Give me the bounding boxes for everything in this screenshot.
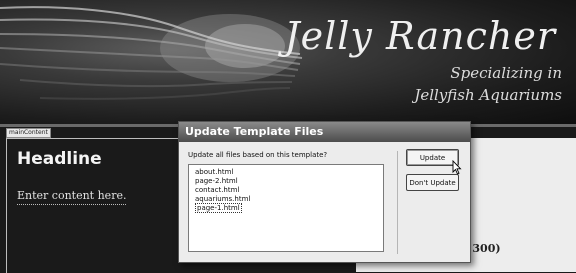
dont-update-button[interactable]: Don't Update bbox=[406, 174, 459, 191]
file-list-item[interactable]: page-2.html bbox=[189, 177, 383, 186]
file-list-item[interactable]: about.html bbox=[189, 168, 383, 177]
content-placeholder[interactable]: Enter content here. bbox=[17, 189, 127, 205]
update-template-dialog: Update Template Files Update all files b… bbox=[178, 121, 471, 263]
file-list-item[interactable]: contact.html bbox=[189, 186, 383, 195]
file-list[interactable]: about.html page-2.html contact.html aqua… bbox=[188, 164, 384, 252]
file-list-item-selected[interactable]: page-1.html bbox=[189, 203, 383, 213]
dialog-divider bbox=[397, 151, 398, 254]
site-tagline: Specializing in Jellyfish Aquariums bbox=[414, 62, 562, 106]
tagline-line-1: Specializing in bbox=[450, 64, 562, 82]
site-title: Jelly Rancher bbox=[284, 14, 556, 58]
tagline-line-2: Jellyfish Aquariums bbox=[414, 86, 562, 104]
editable-region-tag[interactable]: mainContent bbox=[6, 128, 51, 138]
dialog-title[interactable]: Update Template Files bbox=[179, 122, 470, 142]
mouse-cursor-icon bbox=[452, 160, 462, 175]
site-banner: Jelly Rancher Specializing in Jellyfish … bbox=[0, 0, 576, 124]
headline[interactable]: Headline bbox=[17, 149, 102, 169]
dialog-prompt: Update all files based on this template? bbox=[188, 151, 328, 159]
